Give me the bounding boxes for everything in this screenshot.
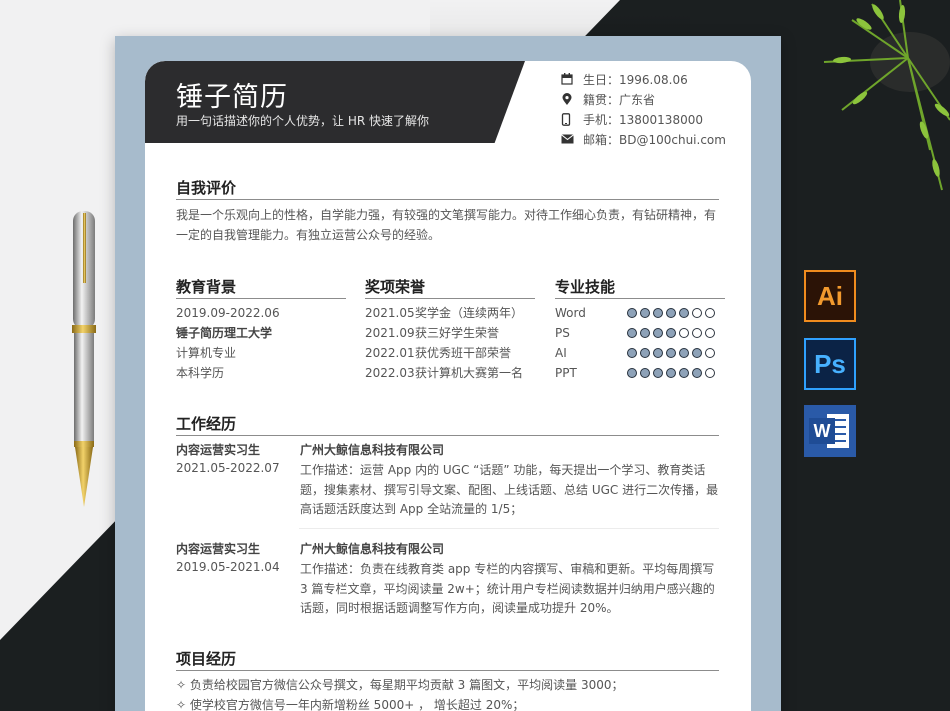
backdrop-shade [430, 0, 690, 40]
contact-birthday: 生日：1996.08.06 [561, 69, 726, 89]
job-role: 内容运营实习生 [176, 542, 261, 556]
skill-dot-filled [666, 308, 676, 318]
skills-title: 专业技能 [555, 278, 616, 296]
skill-dot-filled [640, 368, 650, 378]
education-list: 2019.09-2022.06 锤子简历理工大学 计算机专业 本科学历 [176, 303, 280, 383]
contact-phone: 手机：13800138000 [561, 109, 726, 129]
work-title: 工作经历 [176, 415, 237, 433]
job-entry: 内容运营实习生 2019.05-2021.04 广州大鲸信息科技有限公司 工作描… [176, 540, 721, 620]
project-item: ✧ 负责给校园官方微信公众号撰文，每星期平均贡献 3 篇图文，平均阅读量 300… [176, 678, 624, 692]
award-item: 2022.03获计算机大赛第一名 [365, 366, 524, 380]
award-item: 2021.05奖学金（连续两年） [365, 306, 524, 320]
projects-rule [176, 670, 719, 671]
skill-dot-empty [705, 368, 715, 378]
skill-dot-filled [679, 368, 689, 378]
award-item: 2021.09获三好学生荣誉 [365, 326, 500, 340]
job-role: 内容运营实习生 [176, 443, 261, 457]
education-major: 计算机专业 [176, 346, 237, 360]
skill-dot-filled [653, 308, 663, 318]
word-app-icon: W [804, 405, 856, 457]
skill-dot-filled [653, 328, 663, 338]
skill-dot-filled [666, 348, 676, 358]
resume-name: 锤子简历 [176, 82, 288, 113]
skill-dot-filled [653, 368, 663, 378]
skill-level-dots [627, 348, 715, 358]
awards-title: 奖项荣誉 [365, 278, 426, 296]
resume-tagline: 用一句话描述你的个人优势，让 HR 快速了解你 [176, 114, 429, 128]
resume-paper: 锤子简历 用一句话描述你的个人优势，让 HR 快速了解你 生日：1996.08.… [145, 61, 751, 711]
project-item: ✧ 使学校官方微信号一年内新增粉丝 5000+ ， 增长超过 20%； [176, 698, 525, 711]
skill-dot-filled [666, 328, 676, 338]
self-eval-title: 自我评价 [176, 179, 237, 197]
skills-list: Word PS AI PPT [555, 303, 715, 383]
awards-list: 2021.05奖学金（连续两年） 2021.09获三好学生荣誉 2022.01获… [365, 303, 523, 383]
mail-icon [561, 134, 583, 144]
job-description: 工作描述：负责在线教育类 app 专栏的内容撰写、审稿和更新。平均每周撰写 3 … [300, 562, 715, 616]
skill-dot-empty [692, 328, 702, 338]
education-period: 2019.09-2022.06 [176, 306, 280, 320]
calendar-icon [561, 73, 583, 85]
skill-dot-empty [705, 348, 715, 358]
skill-dot-filled [627, 368, 637, 378]
skill-dot-empty [705, 328, 715, 338]
award-item: 2022.01获优秀班干部荣誉 [365, 346, 512, 360]
skill-level-dots [627, 308, 715, 318]
skill-dot-filled [640, 308, 650, 318]
job-period: 2019.05-2021.04 [176, 560, 280, 574]
job-divider [299, 528, 719, 529]
self-eval-text: 我是一个乐观向上的性格，自学能力强，有较强的文笔撰写能力。对待工作细心负责，有钻… [176, 208, 717, 242]
skill-dot-filled [692, 348, 702, 358]
skill-dot-filled [666, 368, 676, 378]
skill-dot-filled [627, 328, 637, 338]
skill-dot-filled [640, 348, 650, 358]
fountain-pen-decoration [72, 211, 96, 507]
skill-item: Word [555, 303, 715, 323]
skill-dot-empty [692, 308, 702, 318]
skills-rule [555, 298, 725, 299]
skill-dot-empty [705, 308, 715, 318]
skill-dot-filled [627, 308, 637, 318]
projects-title: 项目经历 [176, 650, 237, 668]
skill-level-dots [627, 328, 715, 338]
job-company: 广州大鲸信息科技有限公司 [300, 542, 445, 556]
projects-list: ✧ 负责给校园官方微信公众号撰文，每星期平均贡献 3 篇图文，平均阅读量 300… [176, 675, 624, 711]
skill-item: PPT [555, 363, 715, 383]
phone-icon [561, 112, 583, 126]
skill-dot-filled [679, 308, 689, 318]
illustrator-app-icon: Ai [804, 270, 856, 322]
location-pin-icon [561, 92, 583, 106]
job-description: 工作描述：运营 App 内的 UGC “话题” 功能，每天提出一个学习、教育类话… [300, 463, 719, 517]
education-title: 教育背景 [176, 278, 237, 296]
skill-item: PS [555, 323, 715, 343]
contact-hometown: 籍贯：广东省 [561, 89, 726, 109]
skill-dot-filled [679, 348, 689, 358]
skill-dot-filled [692, 368, 702, 378]
skill-dot-filled [627, 348, 637, 358]
contact-email: 邮箱：BD@100chui.com [561, 129, 726, 149]
work-rule [176, 435, 719, 436]
education-school: 锤子简历理工大学 [176, 326, 273, 340]
contact-info: 生日：1996.08.06 籍贯：广东省 手机：13800138000 邮箱：B… [561, 69, 726, 149]
skill-level-dots [627, 368, 715, 378]
education-rule [176, 298, 346, 299]
job-company: 广州大鲸信息科技有限公司 [300, 443, 445, 457]
plant-decoration [823, 0, 950, 191]
photoshop-app-icon: Ps [804, 338, 856, 390]
skill-dot-filled [640, 328, 650, 338]
skill-item: AI [555, 343, 715, 363]
job-period: 2021.05-2022.07 [176, 461, 280, 475]
education-degree: 本科学历 [176, 366, 225, 380]
skill-dot-empty [679, 328, 689, 338]
job-entry: 内容运营实习生 2021.05-2022.07 广州大鲸信息科技有限公司 工作描… [176, 441, 721, 521]
self-eval-rule [176, 199, 719, 200]
skill-dot-filled [653, 348, 663, 358]
awards-rule [365, 298, 535, 299]
